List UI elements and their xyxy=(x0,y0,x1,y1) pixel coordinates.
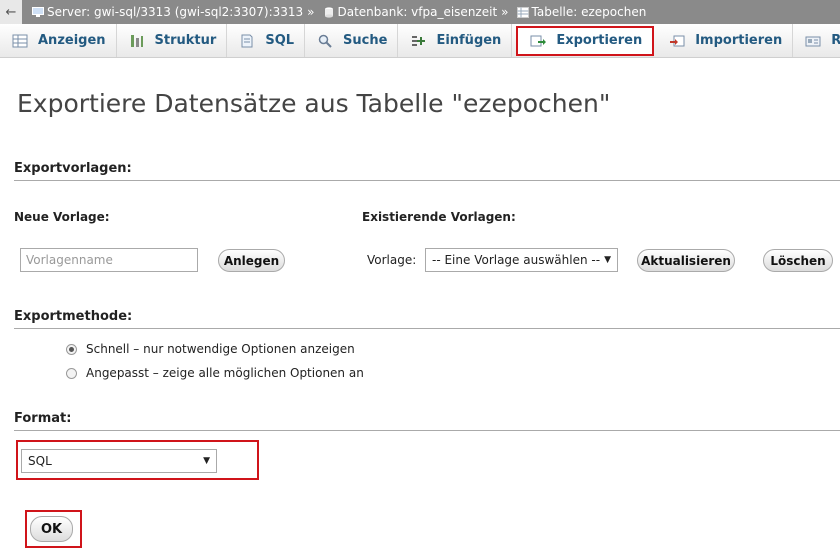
template-name-input[interactable] xyxy=(20,248,198,272)
method-quick-option[interactable]: Schnell – nur notwendige Optionen anzeig… xyxy=(66,342,355,356)
tab-label: SQL xyxy=(265,33,295,48)
format-heading: Format: xyxy=(14,411,840,431)
tab-label: Importieren xyxy=(695,33,783,48)
search-icon xyxy=(318,34,332,48)
breadcrumb-server[interactable]: Server: gwi-sql/3313 (gwi-sql2:3307):331… xyxy=(47,5,303,19)
export-method-heading: Exportmethode: xyxy=(14,309,840,329)
breadcrumb: ← Server: gwi-sql/3313 (gwi-sql2:3307):3… xyxy=(0,0,840,24)
structure-icon xyxy=(130,34,143,47)
tab-anzeigen[interactable]: Anzeigen xyxy=(0,24,117,57)
insert-icon xyxy=(412,35,426,46)
export-templates-heading: Exportvorlagen: xyxy=(14,161,840,181)
template-label: Vorlage: xyxy=(367,253,417,267)
template-select[interactable]: -- Eine Vorlage auswählen -- ▼ xyxy=(425,248,618,272)
tab-label: Suche xyxy=(343,33,388,48)
method-quick-label: Schnell – nur notwendige Optionen anzeig… xyxy=(86,342,355,356)
radio-button[interactable] xyxy=(66,367,77,379)
server-icon xyxy=(32,6,44,17)
format-select-value: SQL xyxy=(28,454,52,468)
radio-button[interactable] xyxy=(66,343,77,355)
privileges-icon xyxy=(805,36,821,46)
ok-button[interactable]: OK xyxy=(30,516,73,542)
delete-template-button[interactable]: Löschen xyxy=(763,249,833,272)
table-browse-icon xyxy=(12,34,28,47)
back-arrow-icon[interactable]: ← xyxy=(0,0,22,24)
tab-importieren[interactable]: Importieren xyxy=(657,24,794,57)
tab-rechte[interactable]: Rechte xyxy=(793,24,840,57)
tab-einfuegen[interactable]: Einfügen xyxy=(398,24,513,57)
table-icon xyxy=(516,6,529,18)
import-icon xyxy=(670,35,685,46)
tab-label: Rechte xyxy=(831,33,840,48)
tab-bar: Anzeigen Struktur SQL Suche Einfügen Exp… xyxy=(0,24,840,58)
tab-label: Einfügen xyxy=(436,33,502,48)
tab-label: Struktur xyxy=(154,33,217,48)
method-custom-option[interactable]: Angepasst – zeige alle möglichen Optione… xyxy=(66,366,364,380)
dropdown-arrow-icon: ▼ xyxy=(604,255,611,265)
export-icon xyxy=(530,35,547,46)
tab-struktur[interactable]: Struktur xyxy=(117,24,228,57)
breadcrumb-database[interactable]: Datenbank: vfpa_eisenzeit xyxy=(338,5,498,19)
sql-icon xyxy=(241,34,253,47)
database-icon xyxy=(324,6,333,18)
update-template-button[interactable]: Aktualisieren xyxy=(637,249,735,272)
tab-label: Exportieren xyxy=(556,33,643,48)
dropdown-arrow-icon: ▼ xyxy=(203,456,210,466)
create-template-button[interactable]: Anlegen xyxy=(218,249,285,272)
breadcrumb-table[interactable]: Tabelle: ezepochen xyxy=(532,5,647,19)
breadcrumb-separator: » xyxy=(501,5,509,19)
new-template-label: Neue Vorlage: xyxy=(14,210,110,224)
tab-label: Anzeigen xyxy=(38,33,106,48)
tab-exportieren[interactable]: Exportieren xyxy=(516,25,655,56)
page-title: Exportiere Datensätze aus Tabelle "ezepo… xyxy=(17,89,611,118)
tab-sql[interactable]: SQL xyxy=(227,24,306,57)
format-select[interactable]: SQL ▼ xyxy=(21,449,217,473)
existing-templates-label: Existierende Vorlagen: xyxy=(362,210,516,224)
template-select-value: -- Eine Vorlage auswählen -- xyxy=(432,253,601,267)
method-custom-label: Angepasst – zeige alle möglichen Optione… xyxy=(86,366,364,380)
breadcrumb-separator: » xyxy=(307,5,315,19)
tab-suche[interactable]: Suche xyxy=(305,24,399,57)
